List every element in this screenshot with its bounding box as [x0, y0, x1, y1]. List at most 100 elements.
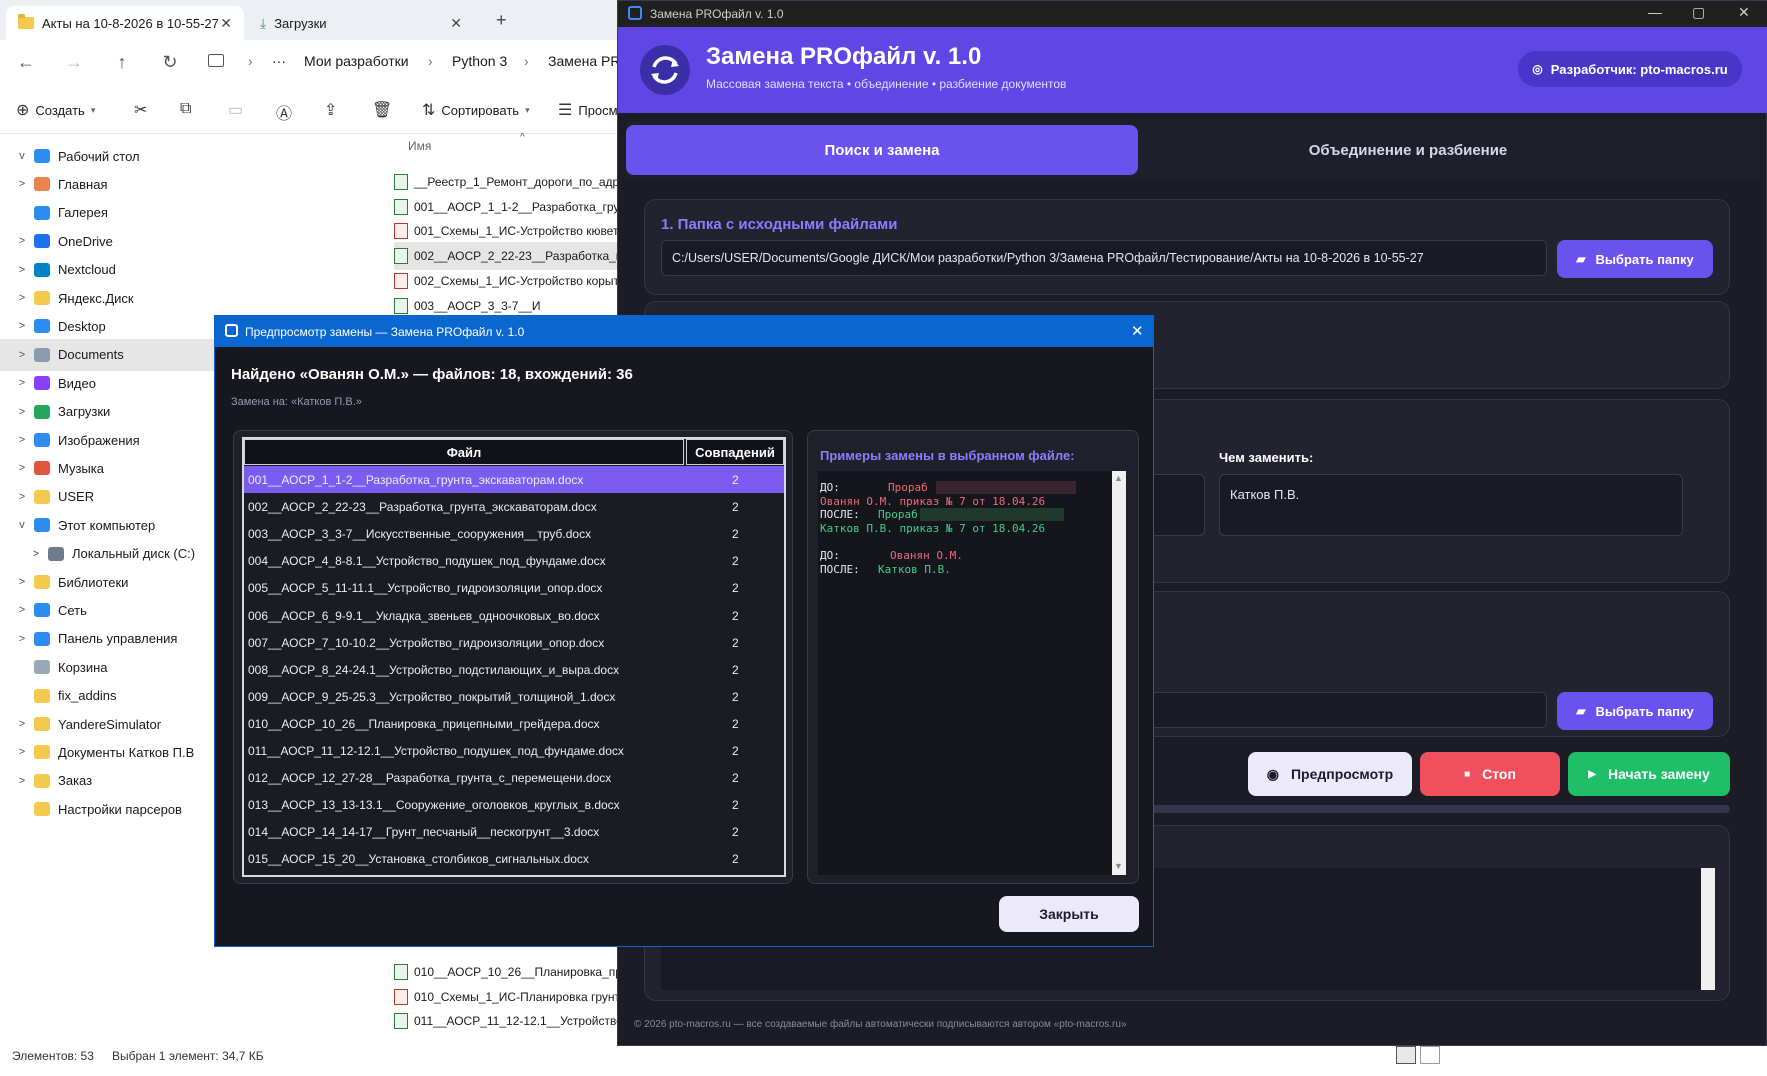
monitor-icon[interactable] — [208, 54, 224, 67]
table-row[interactable]: 002__АОСР_2_22-23__Разработка_грунта_экс… — [244, 493, 784, 520]
forward-arrow-icon[interactable]: → — [60, 50, 88, 74]
column-header-file[interactable]: Файл — [244, 439, 684, 465]
delete-icon[interactable]: 🗑 — [372, 100, 392, 120]
new-tab-icon[interactable]: + — [496, 10, 507, 31]
sidebar-item[interactable]: > Nextcloud — [0, 254, 380, 286]
tab-merge-split[interactable]: Объединение и разбиение — [1138, 125, 1678, 175]
table-row[interactable]: 008__АОСР_8_24-24.1__Устройство_подстила… — [244, 656, 784, 683]
choose-output-folder-button[interactable]: ▰ Выбрать папку — [1557, 692, 1713, 730]
table-row[interactable]: 003__АОСР_3_3-7__Искусственные_сооружени… — [244, 520, 784, 547]
table-row[interactable]: 006__АОСР_6_9-9.1__Укладка_звеньев_одноо… — [244, 602, 784, 629]
sidebar-item[interactable]: > Главная — [0, 168, 380, 200]
sidebar-item[interactable]: Галерея — [0, 197, 380, 229]
source-path-input[interactable]: C:/Users/USER/Documents/Google ДИСК/Мои … — [661, 240, 1547, 276]
expand-chevron-icon[interactable]: > — [10, 746, 34, 758]
file-cell: 008__АОСР_8_24-24.1__Устройство_подстила… — [248, 662, 620, 677]
expand-chevron-icon[interactable]: > — [10, 462, 34, 474]
log-scrollbar[interactable] — [1701, 868, 1715, 990]
sidebar-item[interactable]: v Рабочий стол — [0, 140, 380, 172]
expand-chevron-icon[interactable]: > — [10, 264, 34, 276]
sidebar-item[interactable]: > Яндекс.Диск — [0, 282, 380, 314]
matches-cell: 2 — [732, 527, 739, 542]
create-button[interactable]: ⊕ Создать ▾ — [16, 100, 95, 120]
explorer-tab-downloads[interactable]: ⤓ Загрузки ✕ — [248, 6, 474, 40]
expand-chevron-icon[interactable]: > — [10, 178, 34, 190]
start-button[interactable]: ▶ Начать замену — [1568, 752, 1730, 796]
choose-folder-button[interactable]: ▰ Выбрать папку — [1557, 240, 1713, 278]
close-icon[interactable]: ✕ — [1738, 4, 1750, 21]
play-icon: ▶ — [1588, 768, 1596, 780]
more-icon[interactable]: ··· — [272, 53, 286, 69]
paste-icon[interactable]: ▭ — [228, 100, 243, 120]
file-cell: 003__АОСР_3_3-7__Искусственные_сооружени… — [248, 527, 592, 542]
sidebar-item[interactable]: > OneDrive — [0, 225, 380, 257]
expand-chevron-icon[interactable]: > — [24, 548, 48, 560]
file-cell: 001__АОСР_1_1-2__Разработка_грунта_экска… — [248, 473, 584, 487]
expand-chevron-icon[interactable]: > — [10, 406, 34, 418]
replace-with-input[interactable]: Катков П.В. — [1219, 474, 1683, 536]
breadcrumb-item[interactable]: Замена PR — [548, 53, 621, 69]
scroll-up-icon[interactable]: ▲ — [1114, 473, 1123, 483]
details-view-icon[interactable] — [1396, 1046, 1416, 1064]
table-row[interactable]: 014__АОСР_14_14-17__Грунт_песчаный__песк… — [244, 818, 784, 845]
table-row[interactable]: 009__АОСР_9_25-25.3__Устройство_покрытий… — [244, 683, 784, 710]
rename-icon[interactable]: Ⓐ — [276, 100, 292, 124]
sort-button[interactable]: ⇅ Сортировать ▾ — [422, 100, 530, 120]
copy-icon[interactable]: ⧉ — [180, 100, 191, 118]
breadcrumb-item[interactable]: Python 3 — [452, 53, 507, 69]
share-icon[interactable]: ⇪ — [324, 100, 337, 120]
table-row[interactable]: 001__АОСР_1_1-2__Разработка_грунта_экска… — [244, 466, 784, 493]
refresh-icon[interactable]: ↻ — [156, 50, 184, 74]
matches-cell: 2 — [732, 771, 739, 786]
table-row[interactable]: 010__АОСР_10_26__Планировка_прицепными_г… — [244, 710, 784, 737]
expand-chevron-icon[interactable]: > — [10, 775, 34, 787]
table-row[interactable]: 013__АОСР_13_13-13.1__Сооружение_оголовк… — [244, 791, 784, 818]
expand-chevron-icon[interactable]: > — [10, 633, 34, 645]
close-icon[interactable]: ✕ — [450, 15, 462, 32]
examples-scrollbar[interactable] — [1112, 471, 1126, 875]
close-icon[interactable]: ✕ — [1131, 322, 1144, 340]
expand-chevron-icon[interactable]: > — [10, 576, 34, 588]
cut-icon[interactable]: ✂ — [134, 100, 147, 120]
explorer-tab-active[interactable]: Акты на 10-8-2026 в 10-55-27 ✕ — [6, 6, 244, 40]
close-button[interactable]: Закрыть — [999, 896, 1139, 932]
tab-search-replace[interactable]: Поиск и замена — [626, 125, 1138, 175]
up-arrow-icon[interactable]: ↑ — [108, 50, 136, 74]
find-text-input[interactable] — [1145, 474, 1205, 536]
file-row[interactable]: 011__АОСР_11_12-12.1__Устройство_ — [394, 1007, 634, 1035]
expand-chevron-icon[interactable]: > — [10, 320, 34, 332]
expand-chevron-icon[interactable]: v — [10, 519, 34, 531]
close-icon[interactable]: ✕ — [220, 15, 232, 32]
expand-chevron-icon[interactable]: > — [10, 235, 34, 247]
maximize-icon[interactable]: ▢ — [1692, 4, 1705, 21]
stop-button[interactable]: ■ Стоп — [1420, 752, 1560, 796]
expand-chevron-icon[interactable]: > — [10, 718, 34, 730]
expand-chevron-icon[interactable]: > — [10, 349, 34, 361]
table-row[interactable]: 011__АОСР_11_12-12.1__Устройство_подушек… — [244, 737, 784, 764]
sidebar-item-label: Загрузки — [58, 404, 111, 420]
table-row[interactable]: 004__АОСР_4_8-8.1__Устройство_подушек_по… — [244, 547, 784, 574]
expand-chevron-icon[interactable]: > — [10, 604, 34, 616]
table-row[interactable]: 007__АОСР_7_10-10.2__Устройство_гидроизо… — [244, 629, 784, 656]
developer-button[interactable]: ◎ Разработчик: pto-macros.ru — [1518, 51, 1742, 87]
table-row[interactable]: 012__АОСР_12_27-28__Разработка_грунта_с_… — [244, 764, 784, 791]
examples-textbox[interactable]: ДО: Прораб Ованян О.М. приказ № 7 от 18.… — [818, 471, 1126, 875]
breadcrumb-item[interactable]: Мои разработки — [304, 53, 409, 69]
back-arrow-icon[interactable]: ← — [12, 50, 40, 74]
preview-button[interactable]: ◉ Предпросмотр — [1248, 752, 1412, 796]
tiles-view-icon[interactable] — [1420, 1046, 1440, 1064]
expand-chevron-icon[interactable]: > — [10, 377, 34, 389]
table-row[interactable]: 005__АОСР_5_11-11.1__Устройство_гидроизо… — [244, 574, 784, 601]
expand-chevron-icon[interactable]: > — [10, 491, 34, 503]
minimize-icon[interactable]: — — [1648, 4, 1662, 20]
dialog-heading: Найдено «Ованян О.М.» — файлов: 18, вхож… — [231, 366, 633, 383]
expand-chevron-icon[interactable]: > — [10, 292, 34, 304]
table-row[interactable]: 015__АОСР_15_20__Установка_столбиков_сиг… — [244, 845, 784, 872]
column-header-name[interactable]: Имя — [408, 139, 431, 153]
view-button[interactable]: ☰ Просм — [558, 100, 618, 120]
scroll-down-icon[interactable]: ▼ — [1114, 861, 1123, 871]
tab-label: Загрузки — [274, 15, 327, 31]
expand-chevron-icon[interactable]: > — [10, 434, 34, 446]
expand-chevron-icon[interactable]: v — [10, 150, 34, 162]
column-header-matches[interactable]: Совпадений — [686, 439, 784, 465]
